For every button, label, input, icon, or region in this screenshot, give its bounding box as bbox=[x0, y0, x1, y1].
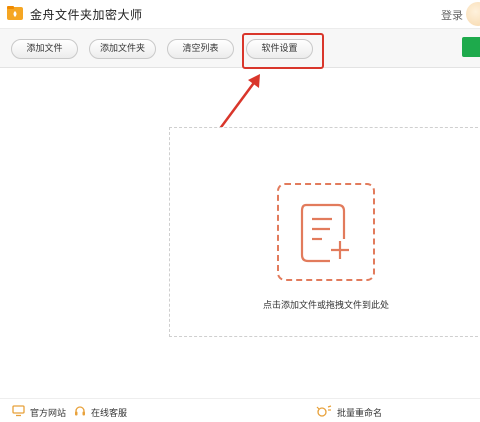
batch-rename-icon bbox=[316, 405, 332, 417]
official-website-link[interactable]: 官方网站 bbox=[30, 406, 66, 419]
status-bar: 官方网站 在线客服 批量重命名 bbox=[0, 398, 480, 422]
drop-hint-text: 点击添加文件或拖拽文件到此处 bbox=[262, 301, 389, 311]
add-file-button[interactable]: 添加文件 bbox=[11, 39, 78, 59]
add-document-icon bbox=[300, 203, 349, 263]
green-action-button[interactable] bbox=[462, 37, 480, 57]
app-logo-icon bbox=[7, 6, 23, 20]
login-link[interactable]: 登录 bbox=[441, 7, 463, 23]
clear-list-button[interactable]: 清空列表 bbox=[167, 39, 234, 59]
toolbar: 添加文件 添加文件夹 清空列表 软件设置 bbox=[0, 28, 480, 68]
app-window: 金舟文件夹加密大师 登录 添加文件 添加文件夹 清空列表 软件设置 点击添加文件… bbox=[0, 0, 480, 422]
title-bar: 金舟文件夹加密大师 登录 bbox=[0, 0, 480, 28]
monitor-icon bbox=[12, 405, 25, 417]
add-folder-button[interactable]: 添加文件夹 bbox=[89, 39, 156, 59]
app-title: 金舟文件夹加密大师 bbox=[30, 8, 143, 22]
avatar[interactable] bbox=[466, 2, 480, 26]
headset-icon bbox=[75, 406, 85, 416]
online-support-link[interactable]: 在线客服 bbox=[91, 406, 127, 419]
batch-rename-link[interactable]: 批量重命名 bbox=[337, 406, 382, 419]
software-settings-button[interactable]: 软件设置 bbox=[246, 39, 313, 59]
